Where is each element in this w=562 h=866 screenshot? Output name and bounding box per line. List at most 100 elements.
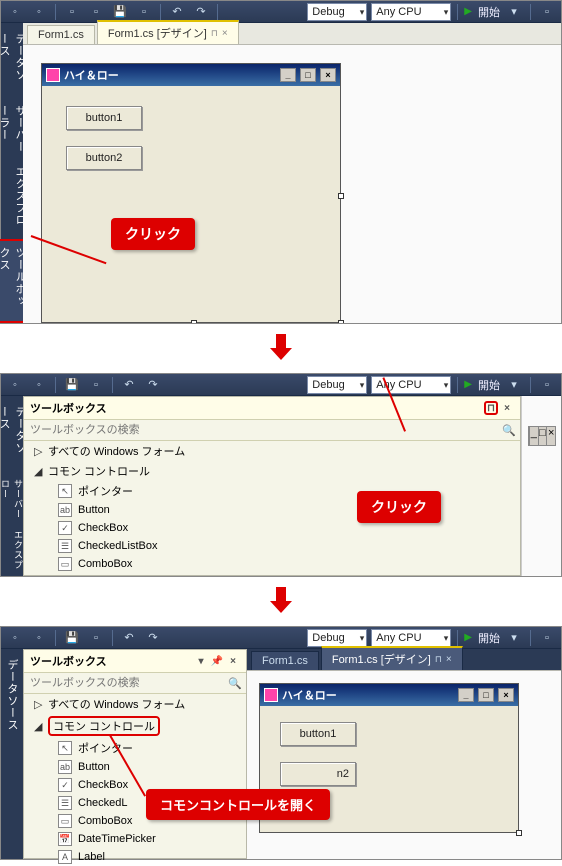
item-checkbox[interactable]: ✓CheckBox (24, 519, 520, 537)
expand-icon[interactable]: ▷ (34, 445, 44, 458)
close-icon[interactable]: × (500, 401, 514, 415)
search-input[interactable] (28, 422, 502, 438)
document-tabs: Form1.cs Form1.cs [デザイン] ⊓ × (23, 23, 561, 45)
button2[interactable]: button2 (66, 146, 142, 170)
save-all-icon[interactable]: ▫ (86, 629, 106, 647)
redo-icon[interactable]: ↷ (143, 629, 163, 647)
run-label[interactable]: 開始 (478, 377, 500, 393)
winform-designer[interactable]: ハイ＆ロー _ □ × button1 button2 (41, 63, 341, 323)
sidetab-datasource[interactable]: データソース (2, 653, 22, 737)
group-common-controls[interactable]: ◢コモン コントロール (24, 461, 520, 481)
design-surface[interactable]: ハイ＆ロー _ □ × button1 n2 (247, 671, 561, 859)
close-icon[interactable]: × (226, 654, 240, 668)
config-combo[interactable]: Debug (307, 3, 367, 21)
misc-icon[interactable]: ▫ (537, 376, 557, 394)
run-icon[interactable]: ▶ (464, 632, 472, 643)
undo-icon[interactable]: ↶ (119, 376, 139, 394)
item-combobox[interactable]: ▭ComboBox (24, 555, 520, 573)
pointer-icon: ↖ (58, 741, 72, 755)
group-all-windows-forms[interactable]: ▷すべての Windows フォーム (24, 441, 520, 461)
pin-icon[interactable]: ⊓ (211, 28, 218, 39)
expand-icon[interactable]: ▷ (34, 698, 44, 711)
search-input[interactable] (28, 675, 228, 691)
close-icon[interactable]: × (446, 654, 452, 665)
pin-icon[interactable]: 📌 (210, 654, 224, 668)
toolbox-search[interactable]: 🔍 (24, 673, 246, 694)
dropdown-icon[interactable]: ▾ (194, 654, 208, 668)
tab-form1-cs[interactable]: Form1.cs (27, 25, 95, 44)
item-pointer[interactable]: ↖ポインター (24, 738, 246, 758)
run-dropdown-icon[interactable]: ▾ (504, 3, 524, 21)
misc-icon[interactable]: ▫ (537, 629, 557, 647)
tab-form1-design[interactable]: Form1.cs [デザイン] ⊓ × (97, 20, 239, 44)
button1[interactable]: button1 (280, 722, 356, 746)
group-common-controls[interactable]: ◢コモン コントロール (24, 714, 246, 738)
group-all-windows-forms[interactable]: ▷すべての Windows フォーム (24, 694, 246, 714)
item-label: Button (78, 761, 110, 773)
run-label[interactable]: 開始 (478, 4, 500, 20)
nav-back-icon[interactable]: ◦ (5, 3, 25, 21)
new-icon[interactable]: ▫ (62, 3, 82, 21)
nav-fwd-icon[interactable]: ◦ (29, 629, 49, 647)
side-tab-well: データソース サーバー エクスプロー (1, 396, 23, 576)
pin-icon[interactable]: ⊓ (435, 654, 442, 665)
item-pointer[interactable]: ↖ポインター (24, 481, 520, 501)
misc-icon[interactable]: ▫ (537, 3, 557, 21)
run-label[interactable]: 開始 (478, 630, 500, 646)
tab-form1-cs[interactable]: Form1.cs (251, 651, 319, 670)
config-combo[interactable]: Debug (307, 629, 367, 647)
item-checkedlistbox[interactable]: ☰CheckedListBox (24, 537, 520, 555)
collapse-icon[interactable]: ◢ (34, 720, 44, 733)
nav-back-icon[interactable]: ◦ (5, 376, 25, 394)
minimize-icon[interactable]: _ (280, 68, 296, 82)
open-icon[interactable]: ▫ (86, 3, 106, 21)
button1[interactable]: button1 (66, 106, 142, 130)
tab-label: Form1.cs [デザイン] (108, 25, 207, 41)
flow-arrow-2 (0, 585, 562, 618)
design-surface[interactable]: ハイ＆ロー _ □ × button1 button2 (23, 45, 561, 323)
close-icon[interactable]: × (498, 688, 514, 702)
close-icon[interactable]: × (222, 28, 228, 39)
collapse-icon[interactable]: ◢ (34, 465, 44, 478)
item-label[interactable]: ALabel (24, 848, 246, 866)
nav-back-icon[interactable]: ◦ (5, 629, 25, 647)
save-all-icon[interactable]: ▫ (86, 376, 106, 394)
maximize-icon[interactable]: □ (478, 688, 494, 702)
redo-icon[interactable]: ↷ (191, 3, 211, 21)
minimize-icon[interactable]: _ (458, 688, 474, 702)
checkedlistbox-icon: ☰ (58, 796, 72, 810)
button-icon: ab (58, 503, 72, 517)
close-icon[interactable]: × (320, 68, 336, 82)
combobox-icon: ▭ (58, 557, 72, 571)
item-datetimepicker[interactable]: 📅DateTimePicker (24, 830, 246, 848)
platform-combo[interactable]: Any CPU (371, 3, 451, 21)
save-icon[interactable]: 💾 (62, 376, 82, 394)
run-dropdown-icon[interactable]: ▾ (504, 629, 524, 647)
run-icon[interactable]: ▶ (464, 6, 472, 17)
search-icon: 🔍 (502, 424, 516, 437)
item-button[interactable]: abButton (24, 501, 520, 519)
run-icon[interactable]: ▶ (464, 379, 472, 390)
toolbox-search[interactable]: 🔍 (24, 420, 520, 441)
save-icon[interactable]: 💾 (62, 629, 82, 647)
checkedlistbox-icon: ☰ (58, 539, 72, 553)
button2[interactable]: n2 (280, 762, 356, 786)
item-label: ポインター (78, 483, 133, 499)
platform-combo[interactable]: Any CPU (371, 629, 451, 647)
nav-fwd-icon[interactable]: ◦ (29, 3, 49, 21)
autohide-pin-icon[interactable]: ⊓ (484, 401, 498, 415)
save-all-icon[interactable]: ▫ (134, 3, 154, 21)
tab-form1-design[interactable]: Form1.cs [デザイン] ⊓ × (321, 646, 463, 670)
callout-click: クリック (111, 218, 195, 250)
checkbox-icon: ✓ (58, 778, 72, 792)
save-icon[interactable]: 💾 (110, 3, 130, 21)
item-button[interactable]: abButton (24, 758, 246, 776)
flow-arrow-1 (0, 332, 562, 365)
nav-fwd-icon[interactable]: ◦ (29, 376, 49, 394)
config-combo[interactable]: Debug (307, 376, 367, 394)
undo-icon[interactable]: ↶ (167, 3, 187, 21)
run-dropdown-icon[interactable]: ▾ (504, 376, 524, 394)
redo-icon[interactable]: ↷ (143, 376, 163, 394)
undo-icon[interactable]: ↶ (119, 629, 139, 647)
maximize-icon[interactable]: □ (300, 68, 316, 82)
